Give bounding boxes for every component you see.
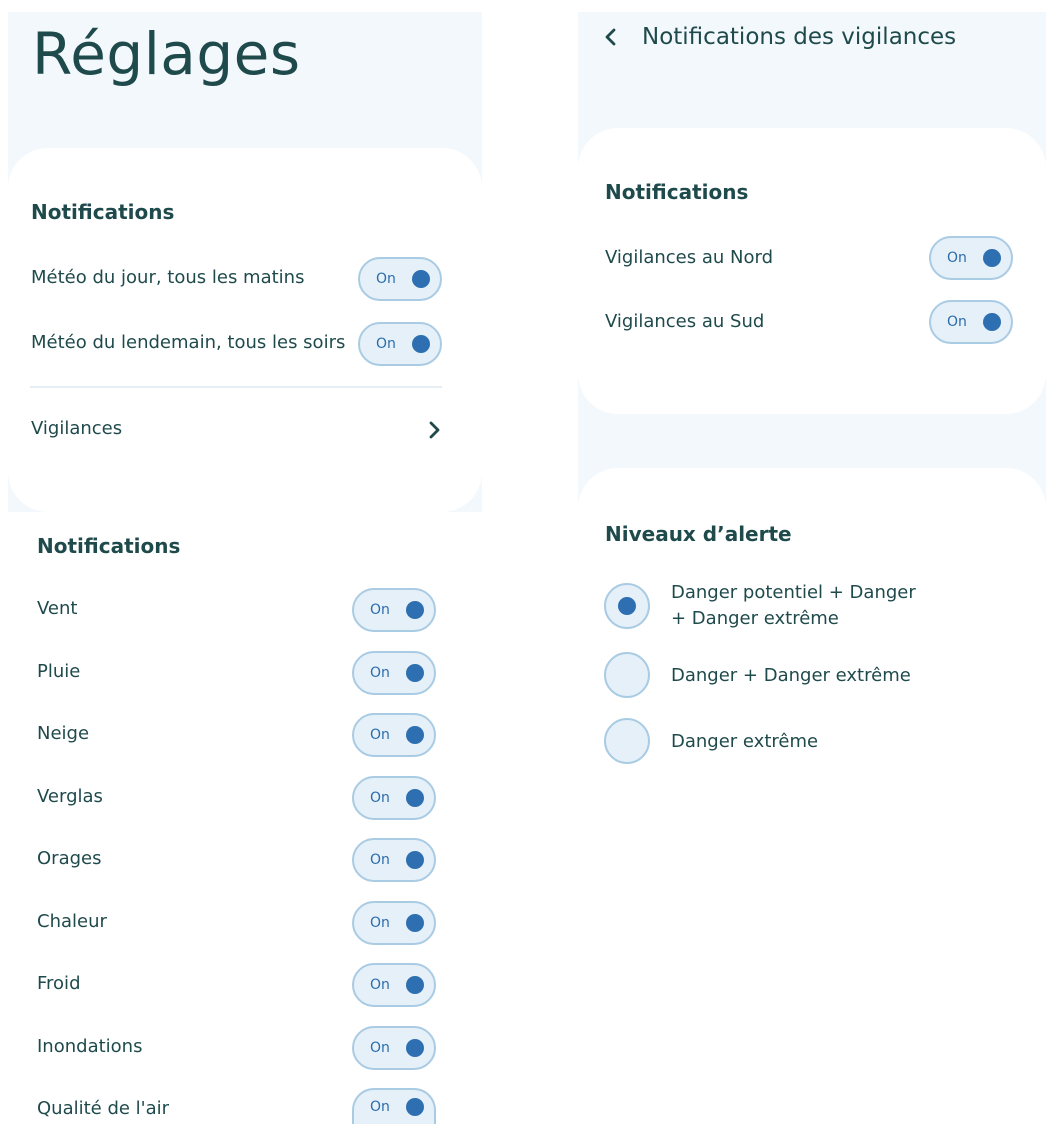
radio-label-danger-extreme: Danger extrême bbox=[671, 731, 819, 752]
toggle-knob bbox=[406, 914, 424, 932]
toggle-froid[interactable]: On bbox=[352, 963, 436, 1007]
back-chevron-icon[interactable] bbox=[604, 20, 630, 54]
chevron-right-icon[interactable] bbox=[428, 420, 442, 440]
radio-selected-dot bbox=[618, 597, 636, 615]
toggle-verglas[interactable]: On bbox=[352, 776, 436, 820]
toggle-label: On bbox=[376, 336, 396, 352]
toggle-knob bbox=[406, 851, 424, 869]
toggle-label: On bbox=[370, 790, 390, 806]
row-label-verglas: Verglas bbox=[37, 786, 103, 807]
toggle-knob bbox=[406, 664, 424, 682]
row-label-vigilances-nord: Vigilances au Nord bbox=[605, 247, 774, 268]
alert-levels-card bbox=[578, 468, 1046, 1124]
radio-label-danger: Danger + Danger extrême bbox=[671, 665, 911, 686]
section-title-alert-levels: Niveaux d’alerte bbox=[605, 522, 792, 546]
toggle-inondations[interactable]: On bbox=[352, 1026, 436, 1070]
radio-danger-extreme[interactable] bbox=[604, 718, 650, 764]
toggle-label: On bbox=[370, 977, 390, 993]
toggle-label: On bbox=[370, 852, 390, 868]
radio-danger[interactable] bbox=[604, 652, 650, 698]
row-label-meteo-lendemain: Météo du lendemain, tous les soirs bbox=[31, 332, 346, 353]
radio-danger-potentiel[interactable] bbox=[604, 583, 650, 629]
toggle-knob bbox=[983, 249, 1001, 267]
header-title: Notifications des vigilances bbox=[642, 24, 957, 50]
toggle-label: On bbox=[370, 602, 390, 618]
radio-label-line: + Danger extrême bbox=[671, 608, 839, 629]
section-title-notifications: Notifications bbox=[31, 200, 175, 224]
toggle-orages[interactable]: On bbox=[352, 838, 436, 882]
radio-label-danger-potentiel: Danger potentiel + Danger + Danger extrê… bbox=[671, 580, 916, 632]
toggle-label: On bbox=[370, 915, 390, 931]
toggle-label: On bbox=[947, 314, 967, 330]
page-title: Réglages bbox=[32, 20, 301, 88]
toggle-vigilances-sud[interactable]: On bbox=[929, 300, 1013, 344]
toggle-knob bbox=[412, 270, 430, 288]
toggle-knob bbox=[406, 789, 424, 807]
toggle-label: On bbox=[376, 271, 396, 287]
divider bbox=[30, 386, 442, 388]
toggle-knob bbox=[406, 1039, 424, 1057]
row-label-vent: Vent bbox=[37, 598, 78, 619]
row-label-froid: Froid bbox=[37, 973, 81, 994]
toggle-pluie[interactable]: On bbox=[352, 651, 436, 695]
row-label-chaleur: Chaleur bbox=[37, 911, 107, 932]
section-title-vigilance-notifications: Notifications bbox=[605, 180, 749, 204]
row-label-qualite-air: Qualité de l'air bbox=[37, 1098, 170, 1119]
row-label-meteo-jour: Météo du jour, tous les matins bbox=[31, 267, 305, 288]
toggle-knob bbox=[406, 726, 424, 744]
toggle-label: On bbox=[947, 250, 967, 266]
row-label-neige: Neige bbox=[37, 723, 90, 744]
toggle-label: On bbox=[370, 665, 390, 681]
row-label-pluie: Pluie bbox=[37, 661, 81, 682]
toggle-label: On bbox=[370, 1099, 390, 1115]
toggle-knob bbox=[983, 313, 1001, 331]
toggle-label: On bbox=[370, 1040, 390, 1056]
toggle-meteo-lendemain[interactable]: On bbox=[358, 322, 442, 366]
toggle-chaleur[interactable]: On bbox=[352, 901, 436, 945]
row-label-vigilances-sud: Vigilances au Sud bbox=[605, 311, 765, 332]
toggle-knob bbox=[406, 1098, 424, 1116]
toggle-knob bbox=[406, 601, 424, 619]
toggle-vigilances-nord[interactable]: On bbox=[929, 236, 1013, 280]
toggle-label: On bbox=[370, 727, 390, 743]
radio-label-line: Danger potentiel + Danger bbox=[671, 582, 916, 603]
row-label-inondations: Inondations bbox=[37, 1036, 143, 1057]
toggle-knob bbox=[406, 976, 424, 994]
row-label-orages: Orages bbox=[37, 848, 102, 869]
toggle-knob bbox=[412, 335, 430, 353]
header-bar: Notifications des vigilances bbox=[604, 20, 956, 54]
toggle-vent[interactable]: On bbox=[352, 588, 436, 632]
vigilances-link[interactable]: Vigilances bbox=[31, 418, 122, 439]
section-title-notifications-categories: Notifications bbox=[37, 534, 181, 558]
toggle-meteo-jour[interactable]: On bbox=[358, 257, 442, 301]
toggle-neige[interactable]: On bbox=[352, 713, 436, 757]
toggle-qualite-air[interactable]: On bbox=[352, 1088, 436, 1124]
